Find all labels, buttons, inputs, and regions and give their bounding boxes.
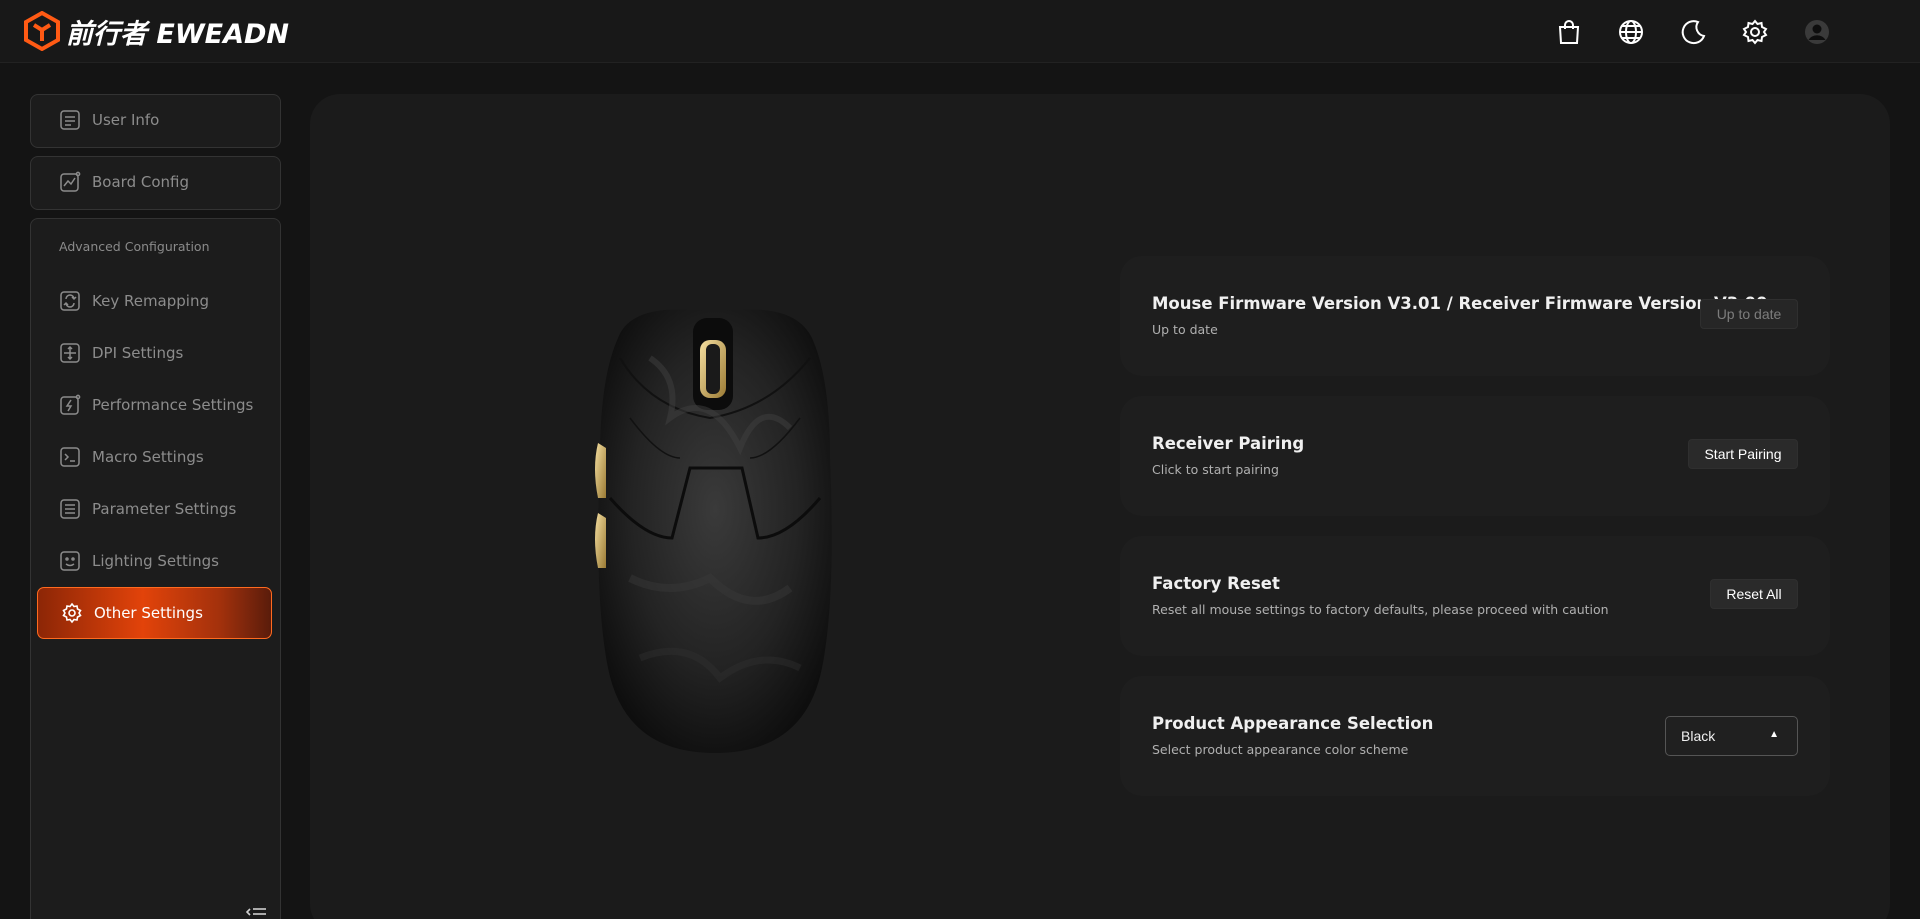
appearance-title: Product Appearance Selection <box>1152 714 1434 733</box>
reset-all-button[interactable]: Reset All <box>1710 579 1798 609</box>
sidebar-item-board-config[interactable]: Board Config <box>59 171 189 193</box>
sidebar-item-key-remapping[interactable]: Key Remapping <box>59 290 209 312</box>
appearance-subtitle: Select product appearance color scheme <box>1152 742 1409 757</box>
collapse-sidebar-icon[interactable] <box>246 906 268 919</box>
sidebar-item-label: Performance Settings <box>92 396 254 414</box>
sidebar-item-label: Key Remapping <box>92 292 209 310</box>
sidebar-item-label: Lighting Settings <box>92 552 219 570</box>
reset-subtitle: Reset all mouse settings to factory defa… <box>1152 602 1609 617</box>
user-avatar-icon[interactable] <box>1800 15 1834 49</box>
sidebar-item-macro-settings[interactable]: Macro Settings <box>59 446 204 468</box>
pairing-title: Receiver Pairing <box>1152 434 1305 453</box>
sidebar-item-lighting-settings[interactable]: Lighting Settings <box>59 550 219 572</box>
sidebar-item-label: DPI Settings <box>92 344 184 362</box>
section-label-advanced: Advanced Configuration <box>59 239 210 254</box>
gear-icon[interactable] <box>1738 15 1772 49</box>
sidebar-item-user-info[interactable]: User Info <box>59 109 159 131</box>
sidebar-item-dpi-settings[interactable]: DPI Settings <box>59 342 183 364</box>
chart-board-icon <box>59 171 81 193</box>
product-mouse-image <box>595 309 832 753</box>
terminal-icon <box>59 446 81 468</box>
sidebar-item-label: Parameter Settings <box>92 500 237 518</box>
list-icon <box>59 498 81 520</box>
globe-icon[interactable] <box>1614 15 1648 49</box>
brand-cube-icon <box>24 11 60 51</box>
pairing-subtitle: Click to start pairing <box>1152 462 1279 477</box>
sidebar-item-label: Other Settings <box>94 604 203 622</box>
factory-reset-card: Factory Reset Reset all mouse settings t… <box>1120 536 1830 656</box>
firmware-card: Mouse Firmware Version V3.01 / Receiver … <box>1120 256 1830 376</box>
sidebar-item-performance-settings[interactable]: Performance Settings <box>59 394 253 416</box>
receiver-pairing-card: Receiver Pairing Click to start pairing … <box>1120 396 1830 516</box>
remap-icon <box>59 290 81 312</box>
sidebar-item-other-settings[interactable]: Other Settings <box>37 587 272 639</box>
start-pairing-button[interactable]: Start Pairing <box>1688 439 1798 469</box>
sidebar-item-parameter-settings[interactable]: Parameter Settings <box>59 498 236 520</box>
sidebar-item-label: User Info <box>92 111 160 129</box>
performance-icon <box>59 394 81 416</box>
dpi-icon <box>59 342 81 364</box>
lighting-icon <box>59 550 81 572</box>
brand-logo[interactable]: 前行者 EWEADN <box>24 11 289 51</box>
reset-title: Factory Reset <box>1152 574 1280 593</box>
top-bar: 前行者 EWEADN <box>0 0 1920 63</box>
gear-icon <box>62 602 82 624</box>
appearance-select[interactable]: Black ▲ <box>1665 716 1798 756</box>
sidebar-item-label: Board Config <box>92 173 189 191</box>
chevron-up-icon: ▲ <box>1769 729 1779 740</box>
appearance-select-value: Black <box>1681 728 1716 744</box>
profile-card-icon <box>59 109 81 131</box>
brand-name: 前行者 EWEADN <box>66 18 289 50</box>
header-actions <box>1552 15 1862 49</box>
firmware-status: Up to date <box>1152 322 1218 337</box>
firmware-up-to-date-button[interactable]: Up to date <box>1700 299 1798 329</box>
sidebar-item-label: Macro Settings <box>92 448 204 466</box>
firmware-title: Mouse Firmware Version V3.01 / Receiver … <box>1152 294 1768 313</box>
moon-icon[interactable] <box>1676 15 1710 49</box>
appearance-card: Product Appearance Selection Select prod… <box>1120 676 1830 796</box>
shop-bag-icon[interactable] <box>1552 15 1586 49</box>
